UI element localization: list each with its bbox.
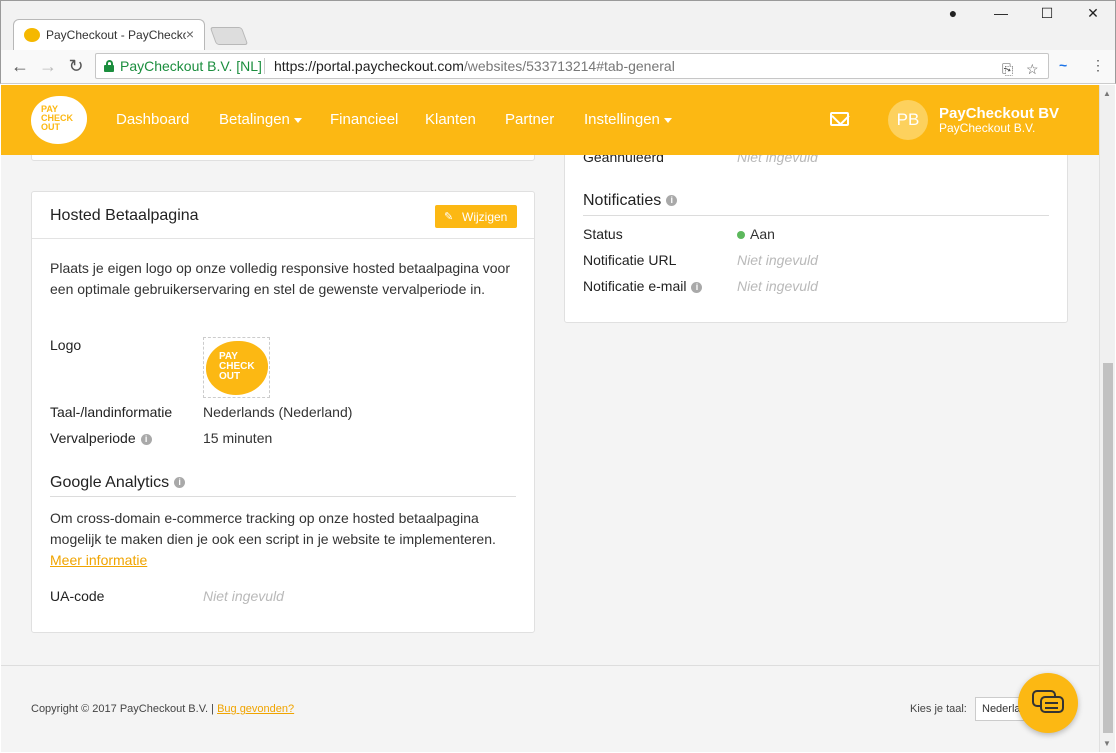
tab-close-icon[interactable]: × (186, 26, 194, 42)
chat-line (1045, 707, 1058, 709)
analytics-description: Om cross-domain e-commerce tracking op o… (50, 510, 496, 568)
tab-title: PayCheckout - PayCheckout (46, 28, 186, 42)
nav-dashboard[interactable]: Dashboard (116, 111, 189, 128)
browser-tab[interactable]: PayCheckout - PayCheckout × (13, 19, 205, 51)
cancelled-value: Niet ingevuld (737, 155, 818, 165)
language-label: Taal-/landinformatie (50, 404, 173, 420)
browser-titlebar: PayCheckout - PayCheckout × ● — ☐ ✕ (0, 0, 1116, 51)
reload-icon[interactable]: ↻ (65, 56, 87, 77)
translate-icon[interactable]: ⎘ (1002, 61, 1013, 78)
nav-klanten[interactable]: Klanten (425, 111, 476, 128)
info-icon[interactable]: i (691, 281, 703, 293)
scroll-up-icon[interactable]: ▲ (1103, 89, 1111, 98)
logo-preview-wordmark: PAY CHECK OUT (219, 351, 255, 382)
notifications-title: Notificaties i (583, 192, 678, 210)
card-header: Hosted Betaalpagina ✎ Wijzigen (32, 192, 534, 239)
url-separator (264, 58, 265, 74)
bug-report-link[interactable]: Bug gevonden? (217, 703, 294, 715)
forward-icon[interactable]: → (37, 56, 59, 77)
more-info-link[interactable]: Meer informatie (50, 552, 147, 568)
nav-financieel[interactable]: Financieel (330, 111, 398, 128)
status-value: Aan (737, 226, 775, 242)
scroll-thumb[interactable] (1103, 363, 1113, 733)
close-window-button[interactable]: ✕ (1083, 5, 1103, 22)
cancelled-label: Geannuleerd (583, 155, 664, 165)
browser-toolbar: ← → ↻ PayCheckout B.V. [NL] https://port… (0, 50, 1116, 84)
maximize-button[interactable]: ☐ (1037, 5, 1057, 22)
expiry-value: 15 minuten (203, 430, 273, 446)
browser-menu-icon[interactable]: ⋮ (1091, 57, 1105, 74)
logo-label: Logo (50, 337, 82, 353)
bookmark-star-icon[interactable]: ☆ (1026, 61, 1039, 78)
minimize-button[interactable]: — (991, 5, 1011, 21)
section-divider (583, 215, 1049, 216)
address-bar[interactable]: PayCheckout B.V. [NL] https://portal.pay… (95, 53, 1049, 79)
edit-button-label: Wijzigen (462, 210, 508, 224)
favicon-icon (24, 28, 40, 42)
page-content: Hosted Betaalpagina ✎ Wijzigen Plaats je… (1, 155, 1099, 752)
hosted-payment-page-card: Hosted Betaalpagina ✎ Wijzigen Plaats je… (31, 191, 535, 633)
hosted-description: Plaats je eigen logo op onze volledig re… (50, 260, 510, 297)
analytics-title: Google Analytics i (50, 474, 186, 492)
url-text[interactable]: https://portal.paycheckout.com/websites/… (274, 58, 675, 74)
chevron-down-icon (293, 117, 302, 123)
nav-betalingen[interactable]: Betalingen (219, 111, 302, 128)
footer: Copyright © 2017 PayCheckout B.V. | Bug … (1, 665, 1099, 752)
chevron-down-icon (663, 117, 672, 123)
nav-partner[interactable]: Partner (505, 111, 554, 128)
chat-bubble-icon (1040, 696, 1064, 713)
secure-origin-label: PayCheckout B.V. [NL] (120, 58, 262, 74)
chat-button[interactable] (1018, 673, 1078, 733)
paycheckout-logo[interactable]: PAY CHECK OUT (31, 96, 87, 144)
status-label: Status (583, 226, 623, 242)
chat-line (1045, 702, 1058, 704)
ua-code-value: Niet ingevuld (203, 588, 284, 604)
notifications-card: Geannuleerd Niet ingevuld Notificaties i … (564, 155, 1068, 323)
info-icon[interactable]: i (666, 195, 678, 207)
lock-icon (104, 60, 114, 72)
logo-preview-image: PAY CHECK OUT (206, 341, 268, 395)
notification-email-value: Niet ingevuld (737, 278, 818, 294)
extension-icon[interactable]: ~ (1059, 57, 1067, 73)
ua-code-label: UA-code (50, 588, 105, 604)
card-title: Hosted Betaalpagina (50, 207, 199, 224)
status-dot-icon (737, 231, 745, 240)
avatar[interactable]: PB (888, 100, 928, 140)
language-select-label: Kies je taal: (910, 703, 967, 715)
mail-icon[interactable] (830, 112, 849, 126)
page-scrollbar[interactable]: ▲ ▼ (1099, 85, 1115, 752)
account-icon[interactable]: ● (943, 5, 963, 21)
site-header: PAY CHECK OUT Dashboard Betalingen Finan… (1, 85, 1099, 155)
previous-card (31, 155, 535, 161)
logo-preview: PAY CHECK OUT (203, 337, 270, 398)
expiry-label: Vervalperiode i (50, 430, 152, 446)
notification-email-label: Notificatie e-mail i (583, 278, 703, 294)
notification-url-label: Notificatie URL (583, 252, 677, 268)
logo-wordmark: PAY CHECK OUT (41, 104, 74, 132)
new-tab-button[interactable] (209, 27, 249, 45)
language-value: Nederlands (Nederland) (203, 404, 353, 420)
user-name[interactable]: PayCheckout BV (939, 105, 1059, 122)
back-icon[interactable]: ← (9, 56, 31, 77)
edit-button[interactable]: ✎ Wijzigen (435, 205, 517, 228)
scroll-down-icon[interactable]: ▼ (1103, 739, 1111, 748)
user-company: PayCheckout B.V. (939, 121, 1036, 135)
info-icon[interactable]: i (174, 477, 186, 489)
info-icon[interactable]: i (140, 433, 152, 445)
copyright: Copyright © 2017 PayCheckout B.V. | Bug … (31, 703, 295, 715)
nav-instellingen[interactable]: Instellingen (584, 111, 672, 128)
notification-url-value: Niet ingevuld (737, 252, 818, 268)
pencil-icon: ✎ (444, 211, 454, 223)
section-divider (50, 496, 516, 497)
